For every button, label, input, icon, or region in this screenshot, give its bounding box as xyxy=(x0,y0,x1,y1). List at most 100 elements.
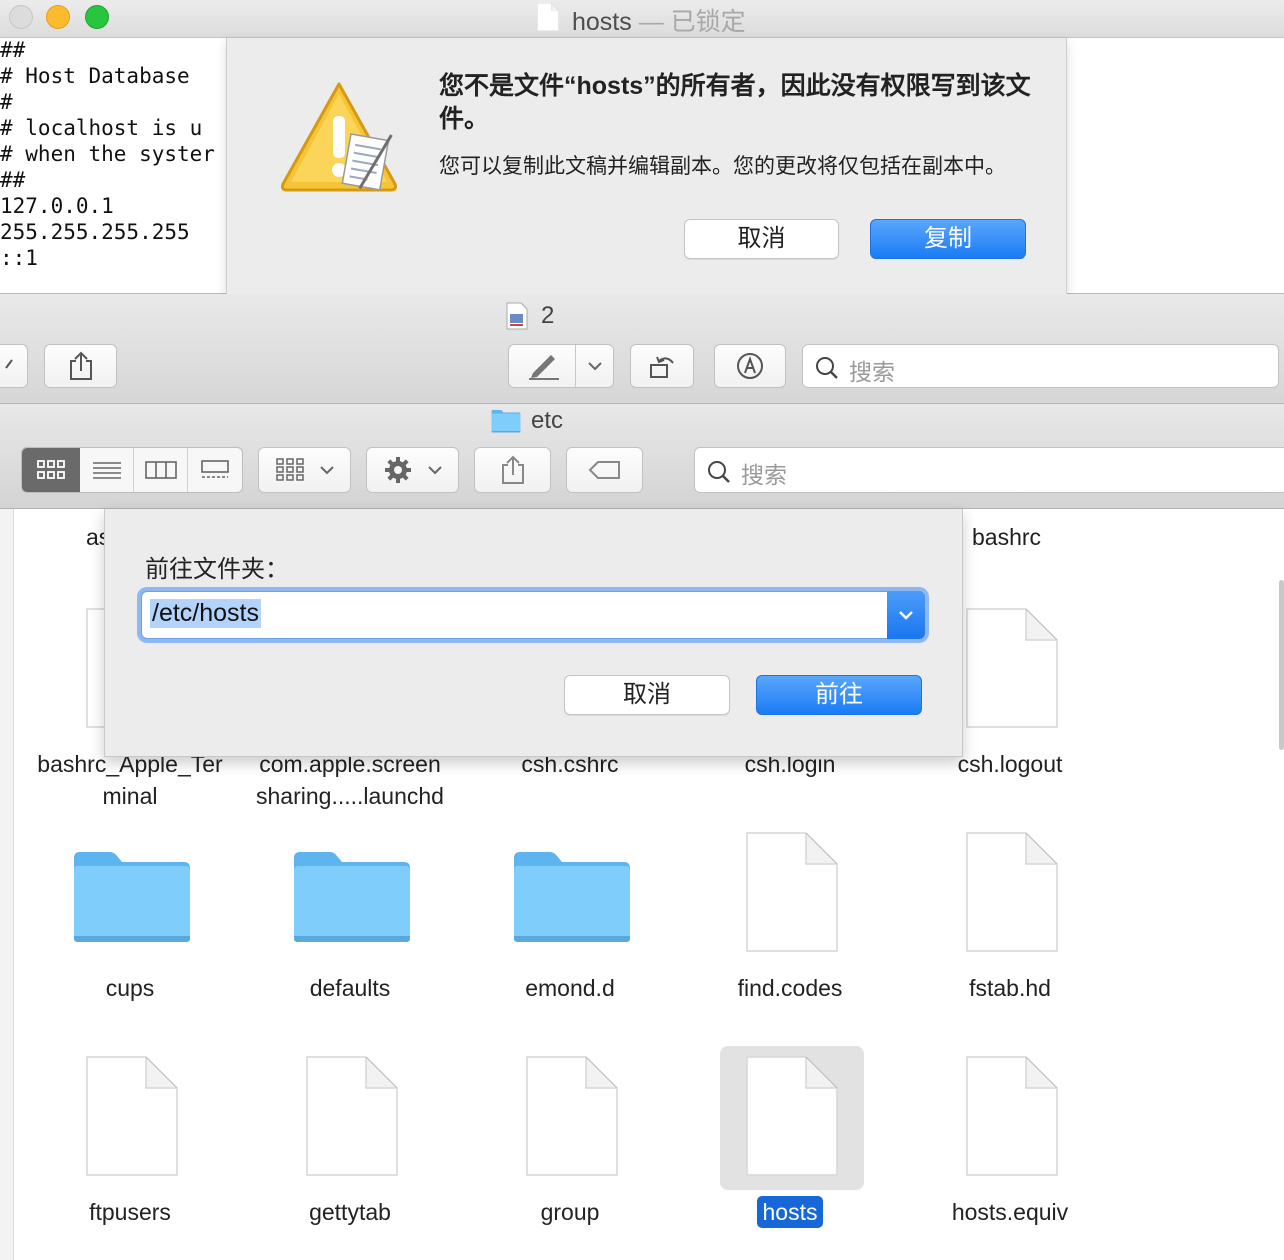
alert-message: 您可以复制此文稿并编辑副本。您的更改将仅包括在副本中。 xyxy=(439,155,1006,178)
file-item[interactable]: find.codes xyxy=(680,972,900,1004)
folder-item[interactable]: defaults xyxy=(240,972,460,1004)
vertical-scrollbar[interactable] xyxy=(1279,580,1284,750)
path-history-dropdown[interactable] xyxy=(887,591,925,639)
pen-icon xyxy=(529,355,559,380)
search-icon xyxy=(708,461,730,483)
markup-pen-button[interactable] xyxy=(508,344,614,388)
gallery-view-button[interactable] xyxy=(188,448,242,492)
preview-window-title: 2 xyxy=(541,302,555,329)
file-label: group xyxy=(540,1199,600,1225)
view-mode-segmented-control xyxy=(21,447,243,493)
finder-toolbar: etc 搜索 xyxy=(0,404,1284,509)
chevron-down-icon xyxy=(319,466,334,475)
finder-sidebar-edge xyxy=(0,509,14,1260)
file-label-line2: sharing.....launchd xyxy=(256,783,444,809)
text-line: 255.255.255.255 xyxy=(0,220,190,244)
document-icon[interactable] xyxy=(966,608,1058,728)
zoom-button[interactable] xyxy=(85,5,109,29)
text-line: ::1 xyxy=(0,246,38,270)
search-icon xyxy=(816,357,838,379)
finder-share-button[interactable] xyxy=(474,447,551,493)
text-line: # localhost is u xyxy=(0,116,203,140)
text-line: ## xyxy=(0,38,26,62)
folder-label: cups xyxy=(105,975,155,1001)
folder-icon[interactable] xyxy=(512,848,632,944)
textedit-titlebar: hosts — 已锁定 xyxy=(0,0,1284,38)
markup-icon xyxy=(737,353,763,379)
chevron-down-icon xyxy=(899,611,913,620)
share-icon xyxy=(501,455,524,484)
file-label-selected: hosts xyxy=(756,1196,824,1228)
document-icon[interactable] xyxy=(86,1056,178,1176)
finder-search-field[interactable]: 搜索 xyxy=(694,447,1284,493)
warning-icon xyxy=(281,82,397,192)
share-button[interactable] xyxy=(44,344,117,388)
go-to-folder-label: 前往文件夹： xyxy=(145,556,289,583)
alert-cancel-button[interactable]: 取消 xyxy=(684,219,839,259)
tags-button[interactable] xyxy=(566,447,643,493)
document-icon[interactable] xyxy=(306,1056,398,1176)
columns-icon xyxy=(144,461,177,479)
go-cancel-button[interactable]: 取消 xyxy=(564,675,730,715)
folder-path-input[interactable]: /etc/hosts xyxy=(141,591,925,639)
document-icon[interactable] xyxy=(966,832,1058,952)
folder-item[interactable]: cups xyxy=(20,972,240,1004)
close-button[interactable] xyxy=(9,5,33,29)
file-item[interactable]: hosts.equiv xyxy=(900,1196,1120,1228)
search-placeholder: 搜索 xyxy=(849,359,895,385)
file-label[interactable]: bashrc xyxy=(972,524,1041,551)
folder-label: defaults xyxy=(309,975,391,1001)
go-to-folder-sheet: 前往文件夹： /etc/hosts 取消 前往 xyxy=(104,509,963,757)
window-title-locked-status: 已锁定 xyxy=(670,8,746,36)
folder-icon[interactable] xyxy=(72,848,192,944)
file-item[interactable]: group xyxy=(460,1196,680,1228)
window-title: hosts — 已锁定 xyxy=(572,2,746,38)
file-item-selected[interactable]: hosts xyxy=(680,1196,900,1228)
preview-toolbar: 2 搜索 xyxy=(0,294,1284,404)
finder-window-title: etc xyxy=(531,407,564,434)
annotate-button[interactable] xyxy=(714,344,786,388)
chevron-icon xyxy=(5,359,13,369)
file-item[interactable]: fstab.hd xyxy=(900,972,1120,1004)
document-icon[interactable] xyxy=(746,832,838,952)
icon-grid-icon xyxy=(37,460,65,479)
sidebar-toggle-button[interactable] xyxy=(0,344,28,388)
text-line: # xyxy=(0,90,13,114)
preview-document-icon xyxy=(506,302,528,330)
preview-search-field[interactable]: 搜索 xyxy=(802,344,1279,388)
document-icon[interactable] xyxy=(966,1056,1058,1176)
folder-path-value: /etc/hosts xyxy=(150,599,261,628)
document-icon[interactable] xyxy=(526,1056,618,1176)
text-line: 127.0.0.1 xyxy=(0,194,114,218)
column-view-button[interactable] xyxy=(134,448,188,492)
file-item[interactable]: gettytab xyxy=(240,1196,460,1228)
group-icon xyxy=(275,458,304,481)
alert-title: 您不是文件“hosts”的所有者，因此没有权限写到该文件。 xyxy=(439,72,1031,133)
rotate-button[interactable] xyxy=(630,344,694,388)
file-item[interactable]: ftpusers xyxy=(20,1196,240,1228)
list-view-button[interactable] xyxy=(80,448,134,492)
file-label: hosts.equiv xyxy=(951,1199,1069,1225)
window-title-separator: — xyxy=(638,8,664,36)
folder-item[interactable]: emond.d xyxy=(460,972,680,1004)
icon-view-button[interactable] xyxy=(22,448,80,492)
file-item[interactable]: bashrc_Apple_Ter minal xyxy=(20,748,240,812)
folder-label: emond.d xyxy=(525,975,615,1001)
group-by-button[interactable] xyxy=(258,447,351,493)
text-line: ## xyxy=(0,168,26,192)
tag-icon xyxy=(588,461,620,479)
text-line: # Host Database xyxy=(0,64,190,88)
file-item[interactable]: com.apple.screen sharing.....launchd xyxy=(240,748,460,812)
minimize-button[interactable] xyxy=(46,5,70,29)
folder-icon[interactable] xyxy=(292,848,412,944)
gallery-icon xyxy=(201,460,229,478)
alert-duplicate-button[interactable]: 复制 xyxy=(870,219,1026,259)
chevron-down-icon[interactable] xyxy=(587,360,603,372)
document-icon xyxy=(537,3,559,31)
document-icon-selected[interactable] xyxy=(746,1056,838,1176)
file-label: ftpusers xyxy=(89,1199,171,1225)
action-menu-button[interactable] xyxy=(366,447,459,493)
file-label: gettytab xyxy=(309,1199,391,1225)
go-button[interactable]: 前往 xyxy=(756,675,922,715)
permission-alert-sheet: 您不是文件“hosts”的所有者，因此没有权限写到该文件。 您可以复制此文稿并编… xyxy=(226,38,1067,294)
